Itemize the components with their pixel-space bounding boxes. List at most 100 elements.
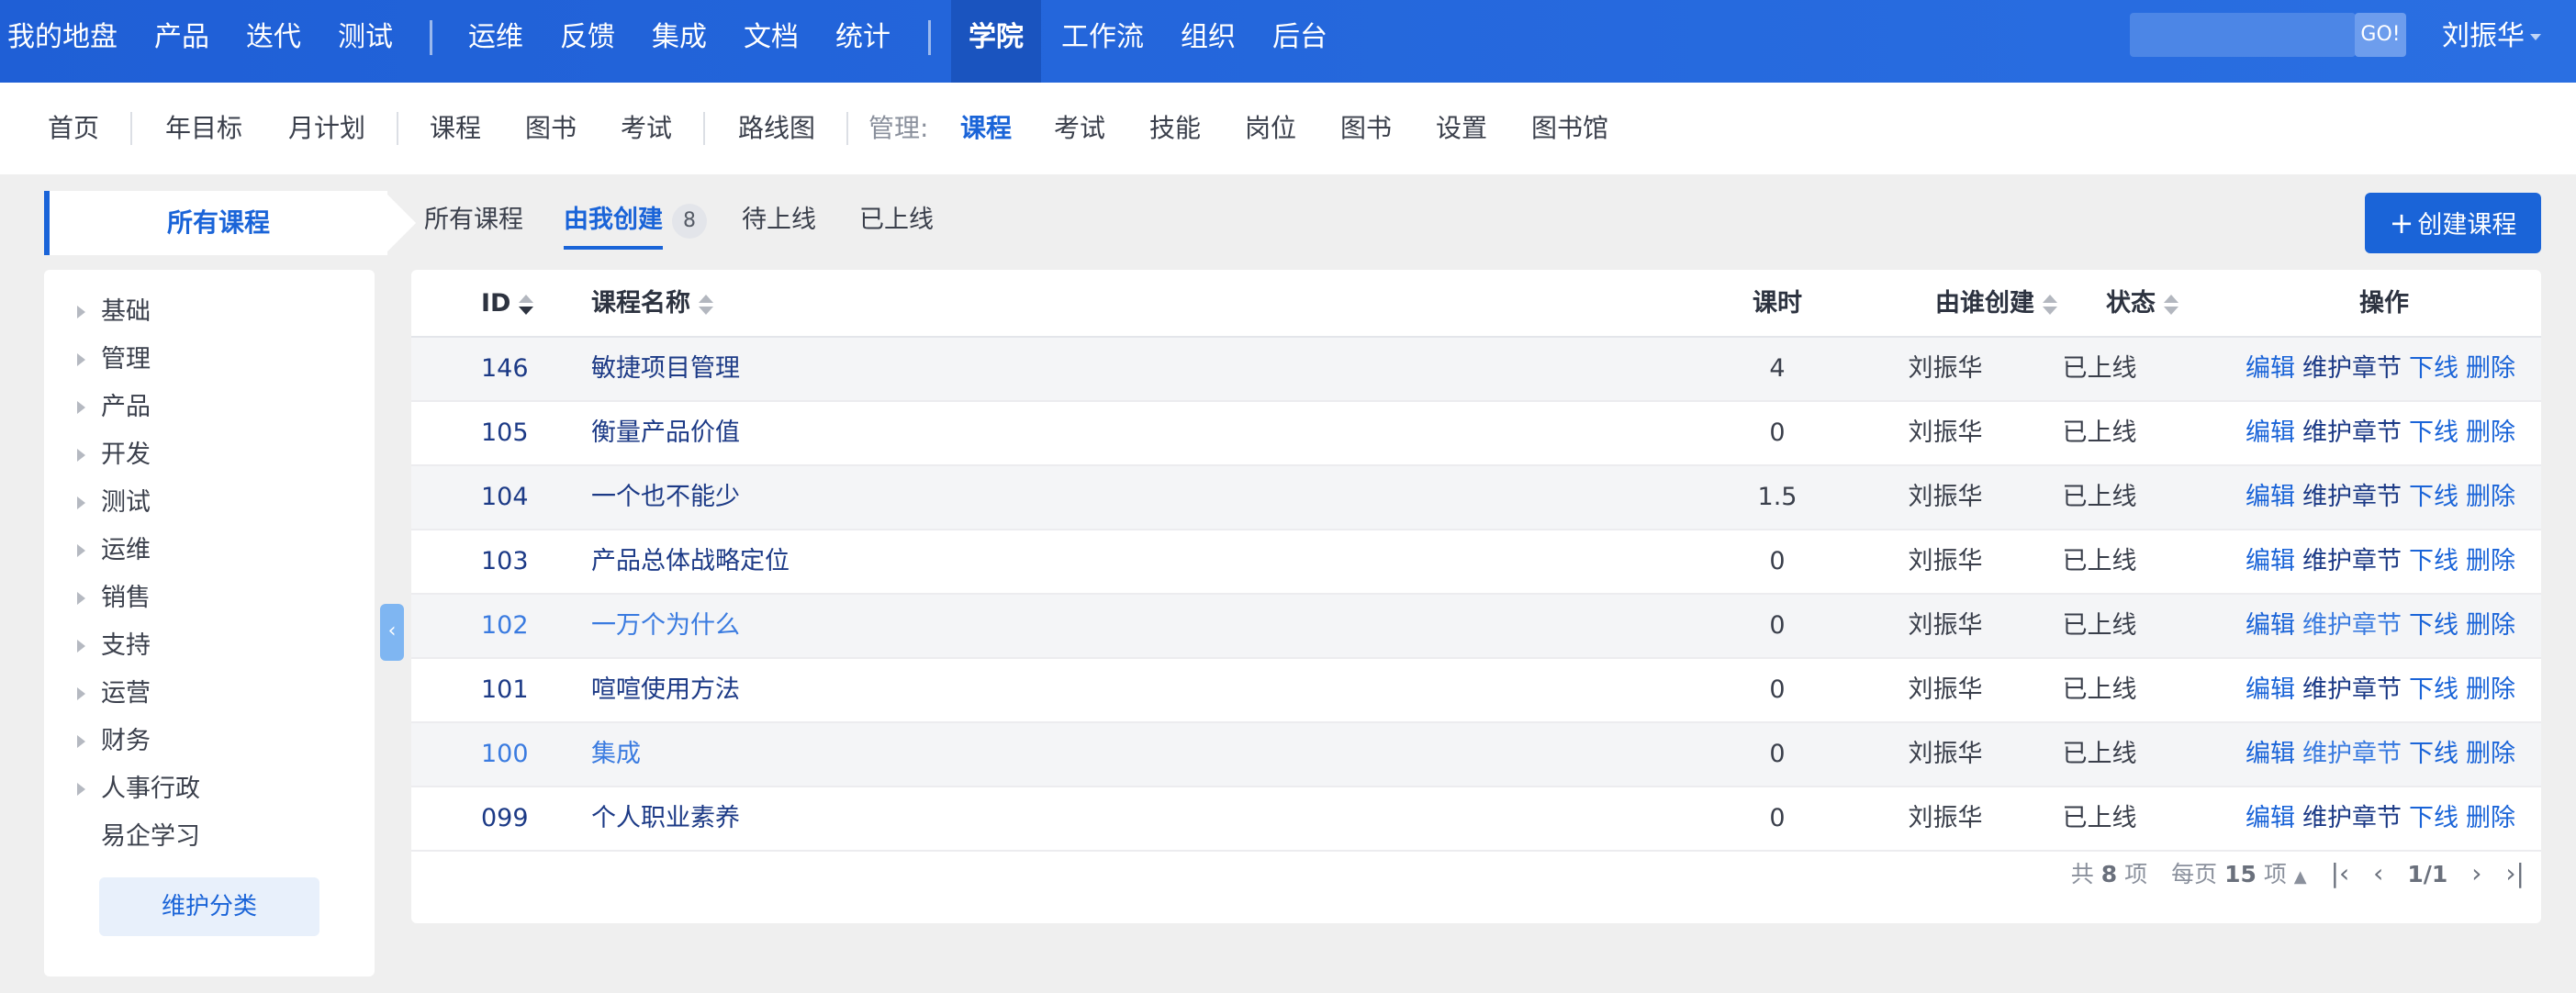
user-menu[interactable]: 刘振华 [2442,0,2541,73]
topnav-academy[interactable]: 学院 [951,0,1041,83]
topnav-test[interactable]: 测试 [338,0,393,83]
edit-link[interactable]: 编辑 [2246,418,2295,447]
course-name-link[interactable]: 衡量产品价值 [591,402,740,464]
edit-link[interactable]: 编辑 [2246,804,2295,832]
subnav-roadmap[interactable]: 路线图 [738,83,815,174]
take-offline-link[interactable]: 下线 [2409,483,2458,511]
topnav-docs[interactable]: 文档 [744,0,799,83]
topnav-integration[interactable]: 集成 [652,0,707,83]
topnav-admin[interactable]: 后台 [1272,0,1327,83]
subnav-month-plan[interactable]: 月计划 [288,83,365,174]
delete-link[interactable]: 删除 [2466,675,2515,704]
course-id[interactable]: 099 [481,787,529,850]
edit-link[interactable]: 编辑 [2246,675,2295,704]
edit-link[interactable]: 编辑 [2246,354,2295,383]
last-page-icon[interactable]: ›| [2505,858,2525,888]
take-offline-link[interactable]: 下线 [2409,804,2458,832]
delete-link[interactable]: 删除 [2466,804,2515,832]
edit-link[interactable]: 编辑 [2246,547,2295,575]
row-actions: 编辑 维护章节 下线 删除 [2246,402,2523,464]
topnav-org[interactable]: 组织 [1181,0,1236,83]
topnav-workflow[interactable]: 工作流 [1061,0,1144,83]
maintain-chapters-link[interactable]: 维护章节 [2302,483,2402,511]
tab-pending-online[interactable]: 待上线 [742,193,816,248]
maintain-chapters-link[interactable]: 维护章节 [2302,675,2402,704]
course-id[interactable]: 104 [481,466,529,529]
maintain-chapters-link[interactable]: 维护章节 [2302,547,2402,575]
course-name-link[interactable]: 喧喧使用方法 [591,659,740,721]
edit-link[interactable]: 编辑 [2246,740,2295,768]
column-header-id[interactable]: ID [481,270,534,338]
delete-link[interactable]: 删除 [2466,740,2515,768]
maintain-chapters-link[interactable]: 维护章节 [2302,804,2402,832]
search-input[interactable] [2130,13,2356,57]
maintain-categories-button[interactable]: 维护分类 [99,877,319,936]
subnav-books[interactable]: 图书 [525,83,577,174]
tab-created-by-me[interactable]: 由我创建 8 [564,193,707,250]
subnav-manage-library[interactable]: 图书馆 [1531,83,1608,174]
tab-online[interactable]: 已上线 [859,193,934,248]
subnav-home[interactable]: 首页 [48,83,99,174]
maintain-chapters-link[interactable]: 维护章节 [2302,611,2402,640]
subnav-courses[interactable]: 课程 [430,83,481,174]
collapse-sidebar-handle[interactable]: ‹ [380,604,404,661]
maintain-chapters-link[interactable]: 维护章节 [2302,740,2402,768]
column-header-status[interactable]: 状态 [2106,270,2179,338]
column-header-name[interactable]: 课程名称 [591,270,714,338]
first-page-icon[interactable]: |‹ [2331,858,2350,888]
next-page-icon[interactable]: › [2471,858,2481,888]
course-name-link[interactable]: 集成 [591,723,641,786]
pager-total-prefix: 共 [2070,861,2094,887]
course-name-link[interactable]: 敏捷项目管理 [591,338,740,400]
course-id[interactable]: 146 [481,338,529,400]
delete-link[interactable]: 删除 [2466,418,2515,447]
course-status: 已上线 [2062,418,2137,447]
chevron-left-icon: ‹ [387,619,397,642]
topnav-product[interactable]: 产品 [154,0,209,83]
subnav-manage-exams[interactable]: 考试 [1054,83,1105,174]
take-offline-link[interactable]: 下线 [2409,740,2458,768]
sidebar-title[interactable]: 所有课程 [44,191,387,255]
topnav-ops[interactable]: 运维 [468,0,523,83]
search-go-button[interactable]: GO! [2355,13,2406,57]
topnav-my-space[interactable]: 我的地盘 [7,0,118,83]
column-header-creator[interactable]: 由谁创建 [1935,270,2058,338]
course-id[interactable]: 103 [481,530,529,593]
course-id[interactable]: 105 [481,402,529,464]
maintain-chapters-link[interactable]: 维护章节 [2302,354,2402,383]
course-name-link[interactable]: 一个也不能少 [591,466,740,529]
subnav-manage-books[interactable]: 图书 [1340,83,1392,174]
course-name-link[interactable]: 一万个为什么 [591,595,740,657]
topnav-stats[interactable]: 统计 [835,0,890,83]
delete-link[interactable]: 删除 [2466,483,2515,511]
tab-all-courses[interactable]: 所有课程 [424,193,523,248]
subnav-manage-settings[interactable]: 设置 [1436,83,1487,174]
subnav-manage-skills[interactable]: 技能 [1149,83,1201,174]
pager-per-page[interactable]: 每页 15 项 ▲ [2171,861,2307,887]
take-offline-link[interactable]: 下线 [2409,354,2458,383]
delete-link[interactable]: 删除 [2466,611,2515,640]
course-id[interactable]: 100 [481,723,529,786]
prev-page-icon[interactable]: ‹ [2373,858,2383,888]
course-id[interactable]: 102 [481,595,529,657]
edit-link[interactable]: 编辑 [2246,483,2295,511]
course-id[interactable]: 101 [481,659,529,721]
course-name-link[interactable]: 个人职业素养 [591,787,740,850]
maintain-chapters-link[interactable]: 维护章节 [2302,418,2402,447]
course-hours: 0 [1769,804,1786,832]
take-offline-link[interactable]: 下线 [2409,547,2458,575]
delete-link[interactable]: 删除 [2466,547,2515,575]
topnav-iteration[interactable]: 迭代 [246,0,301,83]
subnav-manage-positions[interactable]: 岗位 [1245,83,1296,174]
take-offline-link[interactable]: 下线 [2409,611,2458,640]
subnav-manage-courses[interactable]: 课程 [960,83,1012,174]
topnav-feedback[interactable]: 反馈 [560,0,615,83]
subnav-exams[interactable]: 考试 [621,83,672,174]
subnav-year-goal[interactable]: 年目标 [165,83,242,174]
edit-link[interactable]: 编辑 [2246,611,2295,640]
take-offline-link[interactable]: 下线 [2409,675,2458,704]
create-course-button[interactable]: + 创建课程 [2365,193,2541,253]
course-name-link[interactable]: 产品总体战略定位 [591,530,790,593]
take-offline-link[interactable]: 下线 [2409,418,2458,447]
delete-link[interactable]: 删除 [2466,354,2515,383]
